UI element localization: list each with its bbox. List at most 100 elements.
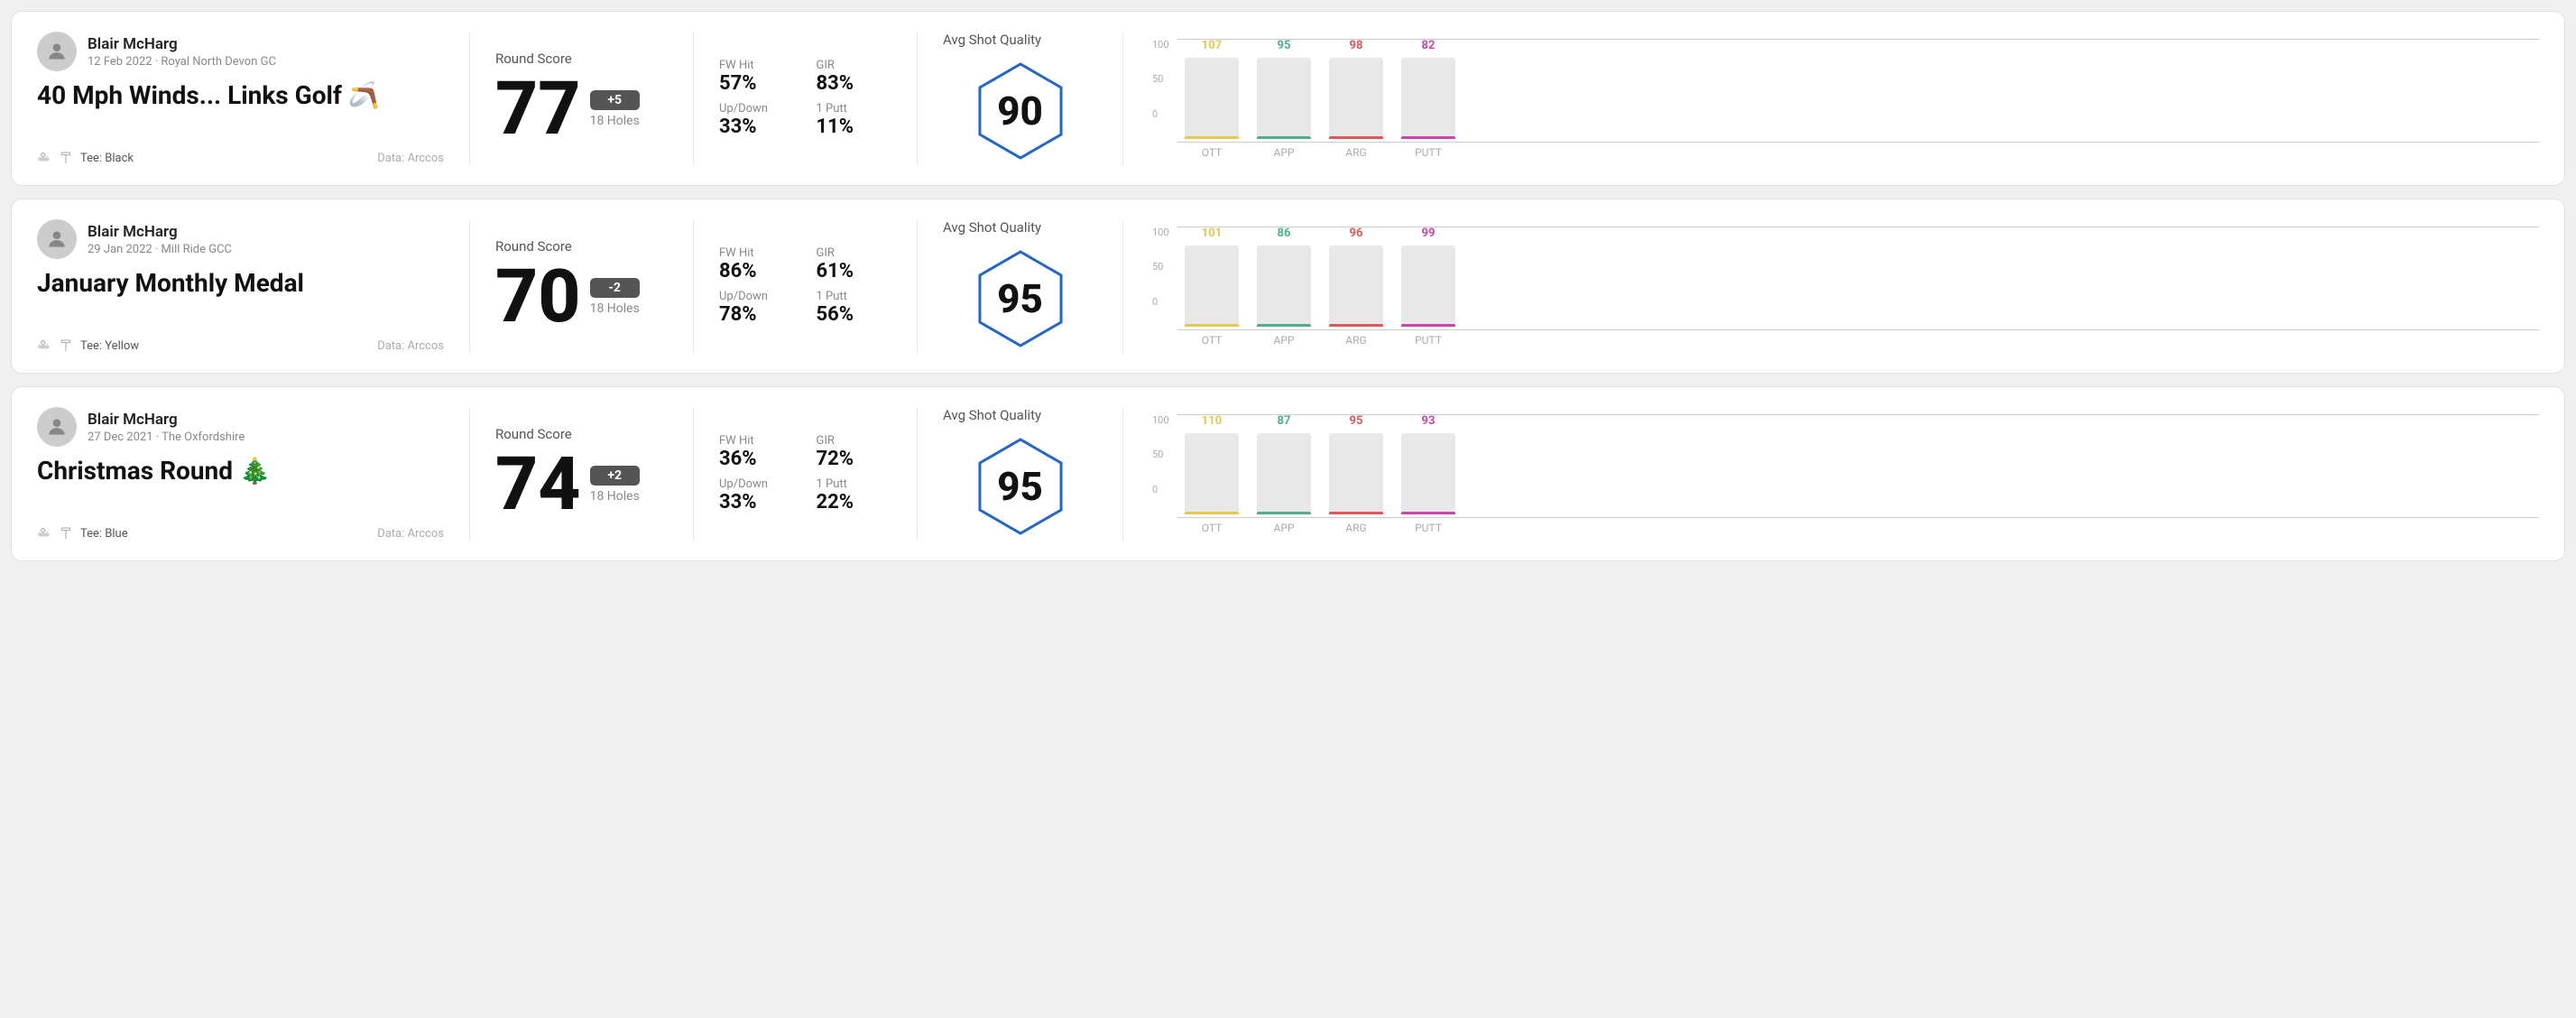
- gir-value-round3: 72%: [817, 448, 892, 470]
- score-badge-col-round3: +2 18 Holes: [590, 466, 640, 504]
- bar-chart-wrapper: 100 50 0 107 OTT 95: [1152, 39, 2539, 159]
- user-name-round1: Blair McHarg: [88, 35, 276, 53]
- round-card-round3: Blair McHarg 27 Dec 2021 · The Oxfordshi…: [11, 386, 2565, 561]
- tee-info-round3: Tee: Blue: [37, 526, 128, 541]
- chart-section: 100 50 0 110 OTT 87: [1149, 407, 2539, 541]
- y-axis: 100 50 0: [1152, 227, 1169, 308]
- chart-value-app: 86: [1278, 227, 1291, 240]
- chart-col-arg: 95 ARG: [1329, 414, 1383, 534]
- bar-axis-label-arg: ARG: [1345, 146, 1366, 159]
- oneputt-stat-round2: 1 Putt 56%: [817, 290, 892, 326]
- score-number-round3: 74: [495, 448, 581, 522]
- avatar-round3: [37, 407, 77, 447]
- bar-wrapper-putt: [1401, 245, 1455, 327]
- updown-label-round2: Up/Down: [719, 290, 795, 303]
- gir-stat-round3: GIR 72%: [817, 434, 892, 470]
- user-info-round3: Blair McHarg 27 Dec 2021 · The Oxfordshi…: [37, 407, 444, 447]
- weather-icon-round1: [37, 151, 51, 165]
- bar-axis-label-putt: PUTT: [1415, 146, 1442, 159]
- gir-label-round3: GIR: [817, 434, 892, 448]
- chart-col-app: 87 APP: [1257, 414, 1311, 534]
- stats-section-round1: FW Hit 57% GIR 83% Up/Down 33% 1 Putt 11…: [719, 32, 918, 165]
- bar-bg-putt: [1401, 245, 1455, 327]
- oneputt-value-round2: 56%: [817, 303, 892, 326]
- tee-label-round2: Tee: Yellow: [80, 339, 139, 353]
- bar-fill-app: [1257, 512, 1311, 514]
- bar-axis-label-ott: OTT: [1202, 334, 1223, 347]
- chart-col-ott: 107 OTT: [1185, 39, 1239, 159]
- quality-section-round1: Avg Shot Quality 90: [943, 32, 1123, 165]
- score-row-round2: 70 -2 18 Holes: [495, 260, 668, 334]
- updown-stat-round3: Up/Down 33%: [719, 477, 795, 514]
- user-icon-round1: [45, 40, 69, 63]
- bar-axis-label-arg: ARG: [1345, 522, 1366, 534]
- chart-value-arg: 95: [1350, 414, 1363, 428]
- oneputt-label-round3: 1 Putt: [817, 477, 892, 491]
- quality-label-round3: Avg Shot Quality: [943, 407, 1041, 423]
- left-section-round1: Blair McHarg 12 Feb 2022 · Royal North D…: [37, 32, 470, 165]
- round-card-round2: Blair McHarg 29 Jan 2022 · Mill Ride GCC…: [11, 199, 2565, 374]
- bar-fill-app: [1257, 136, 1311, 139]
- chart-value-putt: 82: [1422, 39, 1436, 52]
- user-info-round2: Blair McHarg 29 Jan 2022 · Mill Ride GCC: [37, 219, 444, 259]
- y-label-0: 0: [1152, 484, 1169, 495]
- bar-axis-label-ott: OTT: [1202, 522, 1223, 534]
- hexagon-container-round2: 95: [966, 245, 1075, 353]
- bar-wrapper-arg: [1329, 433, 1383, 514]
- bar-wrapper-arg: [1329, 245, 1383, 327]
- score-section-round3: Round Score 74 +2 18 Holes: [495, 407, 694, 541]
- score-section-round1: Round Score 77 +5 18 Holes: [495, 32, 694, 165]
- user-details-round1: Blair McHarg 12 Feb 2022 · Royal North D…: [88, 35, 276, 69]
- tee-icon-round3: [59, 526, 73, 541]
- gir-stat-round1: GIR 83%: [817, 59, 892, 95]
- gir-stat-round2: GIR 61%: [817, 246, 892, 282]
- bar-fill-arg: [1329, 324, 1383, 327]
- updown-value-round1: 33%: [719, 116, 795, 138]
- round-card-round1: Blair McHarg 12 Feb 2022 · Royal North D…: [11, 11, 2565, 186]
- bar-fill-putt: [1401, 324, 1455, 327]
- gir-value-round2: 61%: [817, 260, 892, 282]
- stats-section-round2: FW Hit 86% GIR 61% Up/Down 78% 1 Putt 56…: [719, 219, 918, 353]
- user-icon-round3: [45, 415, 69, 439]
- y-label-0: 0: [1152, 108, 1169, 120]
- chart-col-putt: 99 PUTT: [1401, 227, 1455, 347]
- chart-value-putt: 99: [1422, 227, 1436, 240]
- y-label-50: 50: [1152, 449, 1169, 460]
- bar-axis-label-app: APP: [1274, 522, 1295, 534]
- weather-icon-round2: [37, 338, 51, 353]
- bar-fill-ott: [1185, 512, 1239, 514]
- bar-fill-ott: [1185, 324, 1239, 327]
- oneputt-stat-round3: 1 Putt 22%: [817, 477, 892, 514]
- holes-label-round3: 18 Holes: [590, 489, 640, 504]
- score-number-round2: 70: [495, 260, 581, 334]
- stat-grid-round1: FW Hit 57% GIR 83% Up/Down 33% 1 Putt 11…: [719, 59, 891, 138]
- chart-col-arg: 96 ARG: [1329, 227, 1383, 347]
- chart-col-app: 86 APP: [1257, 227, 1311, 347]
- bar-axis-label-putt: PUTT: [1415, 334, 1442, 347]
- bar-axis-label-putt: PUTT: [1415, 522, 1442, 534]
- quality-label-round1: Avg Shot Quality: [943, 32, 1041, 48]
- y-label-50: 50: [1152, 73, 1169, 85]
- bottom-row-round2: Tee: Yellow Data: Arccos: [37, 338, 444, 353]
- bar-fill-putt: [1401, 136, 1455, 139]
- data-source-round1: Data: Arccos: [377, 152, 444, 165]
- score-row-round3: 74 +2 18 Holes: [495, 448, 668, 522]
- fw-hit-value-round2: 86%: [719, 260, 795, 282]
- tee-label-round1: Tee: Black: [80, 152, 134, 165]
- oneputt-value-round1: 11%: [817, 116, 892, 138]
- bar-bg-ott: [1185, 245, 1239, 327]
- bar-bg-app: [1257, 433, 1311, 514]
- gir-label-round1: GIR: [817, 59, 892, 72]
- chart-section: 100 50 0 101 OTT 86: [1149, 219, 2539, 353]
- chart-col-putt: 82 PUTT: [1401, 39, 1455, 159]
- bar-bg-ott: [1185, 58, 1239, 139]
- chart-value-arg: 96: [1350, 227, 1363, 240]
- fw-hit-stat-round2: FW Hit 86%: [719, 246, 795, 282]
- round-score-label-round3: Round Score: [495, 426, 668, 442]
- holes-label-round1: 18 Holes: [590, 114, 640, 128]
- bar-wrapper-app: [1257, 433, 1311, 514]
- quality-section-round3: Avg Shot Quality 95: [943, 407, 1123, 541]
- fw-hit-value-round1: 57%: [719, 72, 795, 95]
- bar-bg-putt: [1401, 58, 1455, 139]
- gir-value-round1: 83%: [817, 72, 892, 95]
